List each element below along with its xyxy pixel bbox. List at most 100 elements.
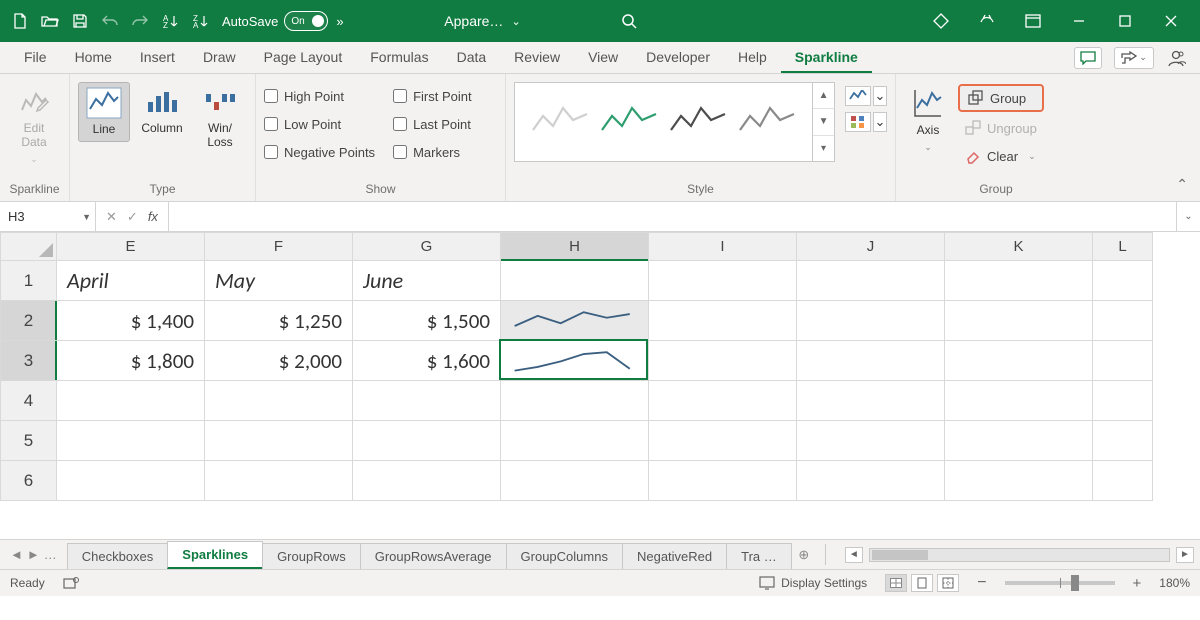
fx-icon[interactable]: fx <box>148 209 158 224</box>
type-line-button[interactable]: Line <box>78 82 130 142</box>
low-point-checkbox[interactable]: Low Point <box>264 112 375 136</box>
autosave-toggle[interactable]: AutoSave On <box>222 11 328 31</box>
sheet-nav-next-icon[interactable]: ► <box>27 547 40 562</box>
col-header-F[interactable]: F <box>205 233 353 261</box>
cell-I1[interactable] <box>649 261 797 301</box>
cancel-formula-icon[interactable]: ✕ <box>106 209 117 225</box>
cell-L2[interactable] <box>1093 301 1153 341</box>
minimize-button[interactable] <box>1056 5 1102 37</box>
sheet-nav-prev-icon[interactable]: ◄ <box>10 547 23 562</box>
cell-E6[interactable] <box>57 461 205 501</box>
cell-G2[interactable]: $ 1,500 <box>353 301 501 341</box>
select-all-corner[interactable] <box>1 233 57 261</box>
sheet-tab-groupcolumns[interactable]: GroupColumns <box>506 543 623 569</box>
expand-formula-bar-icon[interactable]: ⌄ <box>1176 202 1200 231</box>
sheet-tab-checkboxes[interactable]: Checkboxes <box>67 543 169 569</box>
cell-L5[interactable] <box>1093 421 1153 461</box>
markers-checkbox[interactable]: Markers <box>393 140 472 164</box>
sheet-tab-grouprowsaverage[interactable]: GroupRowsAverage <box>360 543 507 569</box>
cell-I2[interactable] <box>649 301 797 341</box>
sort-asc-icon[interactable]: AZ <box>156 7 184 35</box>
undo-icon[interactable] <box>96 7 124 35</box>
worksheet-grid[interactable]: EFGHIJKL1AprilMayJune2$ 1,400$ 1,250$ 1,… <box>0 232 1200 539</box>
new-file-icon[interactable] <box>6 7 34 35</box>
sheet-tab-grouprows[interactable]: GroupRows <box>262 543 361 569</box>
cell-H2[interactable] <box>501 301 649 341</box>
tab-file[interactable]: File <box>10 42 61 73</box>
sheet-nav-ellipsis[interactable]: … <box>44 547 57 562</box>
name-box[interactable]: H3▼ <box>0 202 96 231</box>
cell-I5[interactable] <box>649 421 797 461</box>
maximize-button[interactable] <box>1102 5 1148 37</box>
col-header-G[interactable]: G <box>353 233 501 261</box>
tab-home[interactable]: Home <box>61 42 126 73</box>
edit-data-button[interactable]: Edit Data ⌄ <box>8 82 60 168</box>
tab-review[interactable]: Review <box>500 42 574 73</box>
type-column-button[interactable]: Column <box>136 82 188 140</box>
cell-E1[interactable]: April <box>57 261 205 301</box>
open-file-icon[interactable] <box>36 7 64 35</box>
cell-K1[interactable] <box>945 261 1093 301</box>
search-icon[interactable] <box>621 13 637 29</box>
cell-J6[interactable] <box>797 461 945 501</box>
col-header-H[interactable]: H <box>501 233 649 261</box>
cell-F3[interactable]: $ 2,000 <box>205 341 353 381</box>
tab-page-layout[interactable]: Page Layout <box>250 42 357 73</box>
cell-F2[interactable]: $ 1,250 <box>205 301 353 341</box>
col-header-L[interactable]: L <box>1093 233 1153 261</box>
cell-J4[interactable] <box>797 381 945 421</box>
tab-help[interactable]: Help <box>724 42 781 73</box>
formula-input[interactable] <box>169 202 1176 231</box>
cell-L3[interactable] <box>1093 341 1153 381</box>
display-settings-button[interactable]: Display Settings <box>759 576 867 590</box>
cell-I3[interactable] <box>649 341 797 381</box>
diamond-icon[interactable] <box>918 5 964 37</box>
cell-J2[interactable] <box>797 301 945 341</box>
collapse-ribbon-icon[interactable]: ⌃ <box>1176 176 1188 193</box>
zoom-slider[interactable] <box>1005 581 1115 585</box>
cell-E2[interactable]: $ 1,400 <box>57 301 205 341</box>
cell-K4[interactable] <box>945 381 1093 421</box>
add-sheet-button[interactable]: ⊕ <box>791 540 817 569</box>
sort-desc-icon[interactable]: ZA <box>186 7 214 35</box>
cell-G1[interactable]: June <box>353 261 501 301</box>
redo-icon[interactable] <box>126 7 154 35</box>
tab-formulas[interactable]: Formulas <box>356 42 442 73</box>
document-title[interactable]: Appare… ⌄ <box>444 13 520 29</box>
high-point-checkbox[interactable]: High Point <box>264 84 375 108</box>
cell-K2[interactable] <box>945 301 1093 341</box>
cell-J5[interactable] <box>797 421 945 461</box>
sheet-tab-negativered[interactable]: NegativeRed <box>622 543 727 569</box>
cell-F4[interactable] <box>205 381 353 421</box>
cell-E3[interactable]: $ 1,800 <box>57 341 205 381</box>
tab-insert[interactable]: Insert <box>126 42 189 73</box>
zoom-out-button[interactable]: − <box>977 574 986 592</box>
cell-H5[interactable] <box>501 421 649 461</box>
col-header-I[interactable]: I <box>649 233 797 261</box>
cell-K5[interactable] <box>945 421 1093 461</box>
cell-E4[interactable] <box>57 381 205 421</box>
axis-button[interactable]: Axis ⌄ <box>904 82 952 156</box>
negative-points-checkbox[interactable]: Negative Points <box>264 140 375 164</box>
horizontal-scrollbar[interactable]: ◄ ► <box>839 540 1200 569</box>
zoom-in-button[interactable]: + <box>1133 575 1142 592</box>
macro-record-icon[interactable] <box>63 576 79 590</box>
share-button[interactable]: ⌄ <box>1114 47 1154 69</box>
cell-L1[interactable] <box>1093 261 1153 301</box>
cell-H6[interactable] <box>501 461 649 501</box>
row-header-4[interactable]: 4 <box>1 381 57 421</box>
col-header-E[interactable]: E <box>57 233 205 261</box>
sheet-tab-tra-[interactable]: Tra … <box>726 543 792 569</box>
marker-color-button[interactable]: ⌄ <box>845 112 887 132</box>
tab-developer[interactable]: Developer <box>632 42 724 73</box>
cell-G5[interactable] <box>353 421 501 461</box>
comments-button[interactable] <box>1074 47 1102 69</box>
row-header-6[interactable]: 6 <box>1 461 57 501</box>
cell-L4[interactable] <box>1093 381 1153 421</box>
zoom-level[interactable]: 180% <box>1159 576 1190 590</box>
tab-data[interactable]: Data <box>443 42 501 73</box>
view-page-layout-icon[interactable] <box>911 574 933 592</box>
cell-H4[interactable] <box>501 381 649 421</box>
clear-button[interactable]: Clear ⌄ <box>958 144 1044 168</box>
close-button[interactable] <box>1148 5 1194 37</box>
